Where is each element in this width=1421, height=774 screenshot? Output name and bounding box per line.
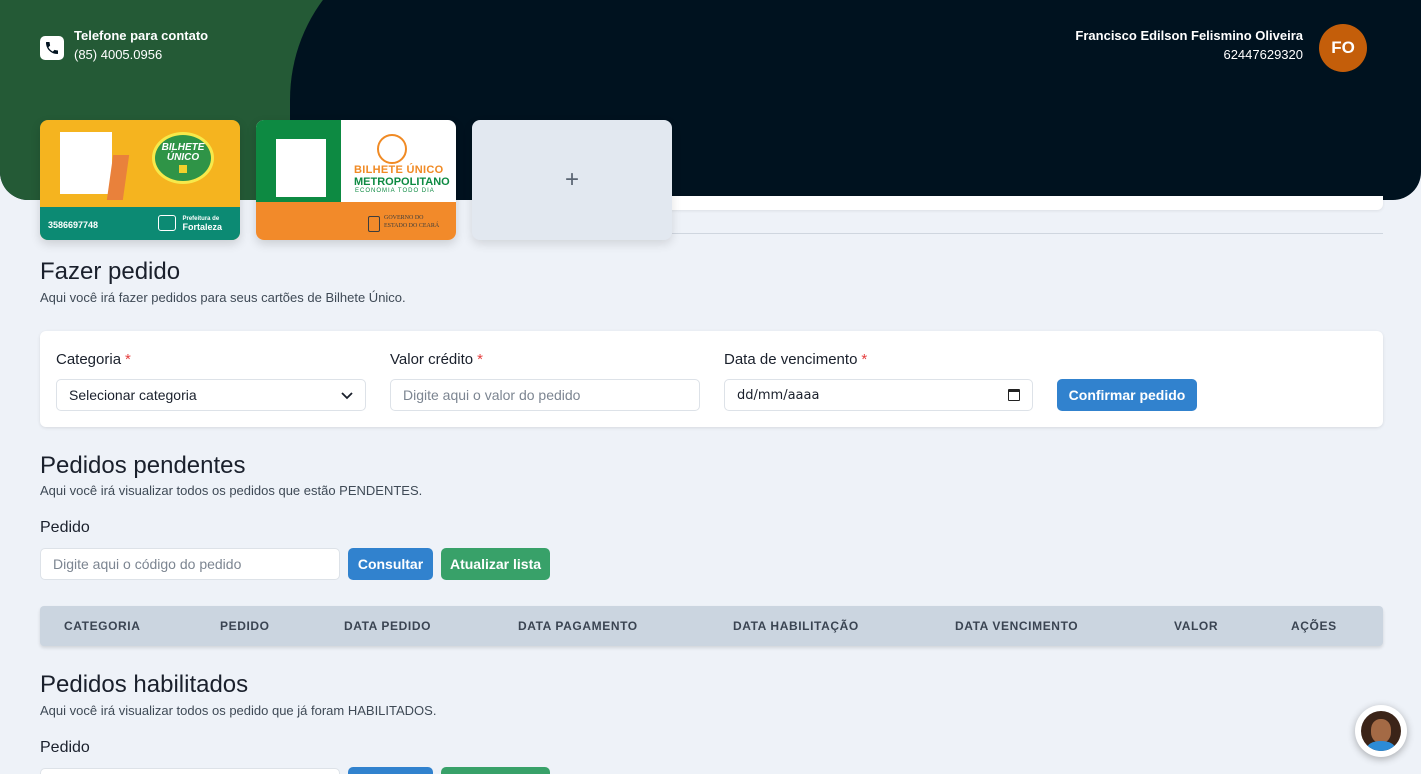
avatar[interactable]: FO xyxy=(1319,24,1367,72)
column-header-actions[interactable]: AÇÕES xyxy=(1291,619,1337,633)
category-select[interactable]: Selecionar categoria xyxy=(56,379,366,411)
enabled-description: Aqui você irá visualizar todos os pedido… xyxy=(40,703,437,718)
card-list: BILHETE ÚNICO 3586697748 Prefeitura de F… xyxy=(40,120,672,240)
credit-input[interactable]: Digite aqui o valor do pedido xyxy=(390,379,700,411)
consult-button[interactable]: Consultar xyxy=(348,548,433,580)
enabled-consult-button[interactable] xyxy=(348,767,433,774)
panel-edge xyxy=(660,196,1383,210)
card-issuer: Prefeitura de Fortaleza xyxy=(182,216,222,232)
plus-icon: + xyxy=(564,166,579,193)
card-bilhete-unico[interactable]: BILHETE ÚNICO 3586697748 Prefeitura de F… xyxy=(40,120,240,240)
confirm-order-button[interactable]: Confirmar pedido xyxy=(1057,379,1197,411)
enabled-order-label: Pedido xyxy=(40,739,90,756)
credit-placeholder: Digite aqui o valor do pedido xyxy=(403,387,581,403)
card-title-2: METROPOLITANO xyxy=(354,176,450,188)
column-header-category[interactable]: CATEGORIA xyxy=(64,619,141,633)
contact-info: Telefone para contato (85) 4005.0956 xyxy=(40,28,208,62)
ceara-seal-icon xyxy=(368,216,380,232)
card-bilhete-metropolitano[interactable]: BILHETE ÚNICO METROPOLITANO ECONOMIA TOD… xyxy=(256,120,456,240)
column-header-value[interactable]: VALOR xyxy=(1174,619,1218,633)
chevron-down-icon xyxy=(341,387,353,403)
pending-order-input[interactable]: Digite aqui o código do pedido xyxy=(40,548,340,580)
pending-table-header: CATEGORIA PEDIDO DATA PEDIDO DATA PAGAME… xyxy=(40,606,1383,646)
due-date-input[interactable]: dd/mm/aaaa xyxy=(724,379,1033,411)
card-title-1: BILHETE ÚNICO xyxy=(354,164,444,176)
order-title: Fazer pedido xyxy=(40,258,181,285)
add-card-button[interactable]: + xyxy=(472,120,672,240)
user-id: 62447629320 xyxy=(1223,47,1303,62)
enabled-order-input[interactable] xyxy=(40,768,340,774)
calendar-icon[interactable] xyxy=(1008,389,1020,401)
enabled-refresh-button[interactable] xyxy=(441,767,550,774)
clock-icon xyxy=(377,134,407,164)
category-label: Categoria * xyxy=(56,351,131,368)
column-header-order[interactable]: PEDIDO xyxy=(220,619,270,633)
pending-order-placeholder: Digite aqui o código do pedido xyxy=(53,556,242,572)
card-photo-placeholder xyxy=(60,132,112,194)
due-date-label: Data de vencimento * xyxy=(724,351,868,368)
phone-icon xyxy=(40,36,64,60)
refresh-list-button[interactable]: Atualizar lista xyxy=(441,548,550,580)
card-slogan: ECONOMIA TODO DIA xyxy=(355,188,435,194)
contact-title: Telefone para contato xyxy=(74,28,209,43)
card-issuer: GOVERNO DO ESTADO DO CEARÁ xyxy=(384,215,439,231)
pending-title: Pedidos pendentes xyxy=(40,452,246,479)
category-select-value: Selecionar categoria xyxy=(69,387,197,403)
enabled-title: Pedidos habilitados xyxy=(40,671,249,698)
pending-description: Aqui você irá visualizar todos os pedido… xyxy=(40,483,423,498)
logo-ribbon xyxy=(178,165,188,173)
contact-number: (85) 4005.0956 xyxy=(74,47,163,62)
divider xyxy=(672,233,1383,234)
card-number: 3586697748 xyxy=(48,220,99,230)
user-info: Francisco Edilson Felismino Oliveira 624… xyxy=(1075,28,1303,62)
card-photo-placeholder xyxy=(276,139,326,197)
chat-assistant-button[interactable] xyxy=(1355,705,1407,757)
column-header-due-date[interactable]: DATA VENCIMENTO xyxy=(955,619,1078,633)
logo-text-2: ÚNICO xyxy=(166,152,200,163)
assistant-avatar-icon xyxy=(1361,711,1401,751)
order-description: Aqui você irá fazer pedidos para seus ca… xyxy=(40,290,406,305)
prefeitura-seal-icon xyxy=(158,215,176,231)
order-form: Categoria * Selecionar categoria Valor cr… xyxy=(40,331,1383,427)
credit-label: Valor crédito * xyxy=(390,351,483,368)
card-issuer-line-2: ESTADO DO CEARÁ xyxy=(384,223,440,230)
bilhete-unico-logo: BILHETE ÚNICO xyxy=(152,132,214,184)
column-header-enable-date[interactable]: DATA HABILITAÇÃO xyxy=(733,619,859,633)
pending-order-label: Pedido xyxy=(40,519,90,536)
card-issuer-name: Fortaleza xyxy=(182,221,222,232)
due-date-value: dd/mm/aaaa xyxy=(737,387,820,403)
column-header-order-date[interactable]: DATA PEDIDO xyxy=(344,619,431,633)
column-header-payment-date[interactable]: DATA PAGAMENTO xyxy=(518,619,638,633)
user-name: Francisco Edilson Felismino Oliveira xyxy=(1075,28,1303,43)
